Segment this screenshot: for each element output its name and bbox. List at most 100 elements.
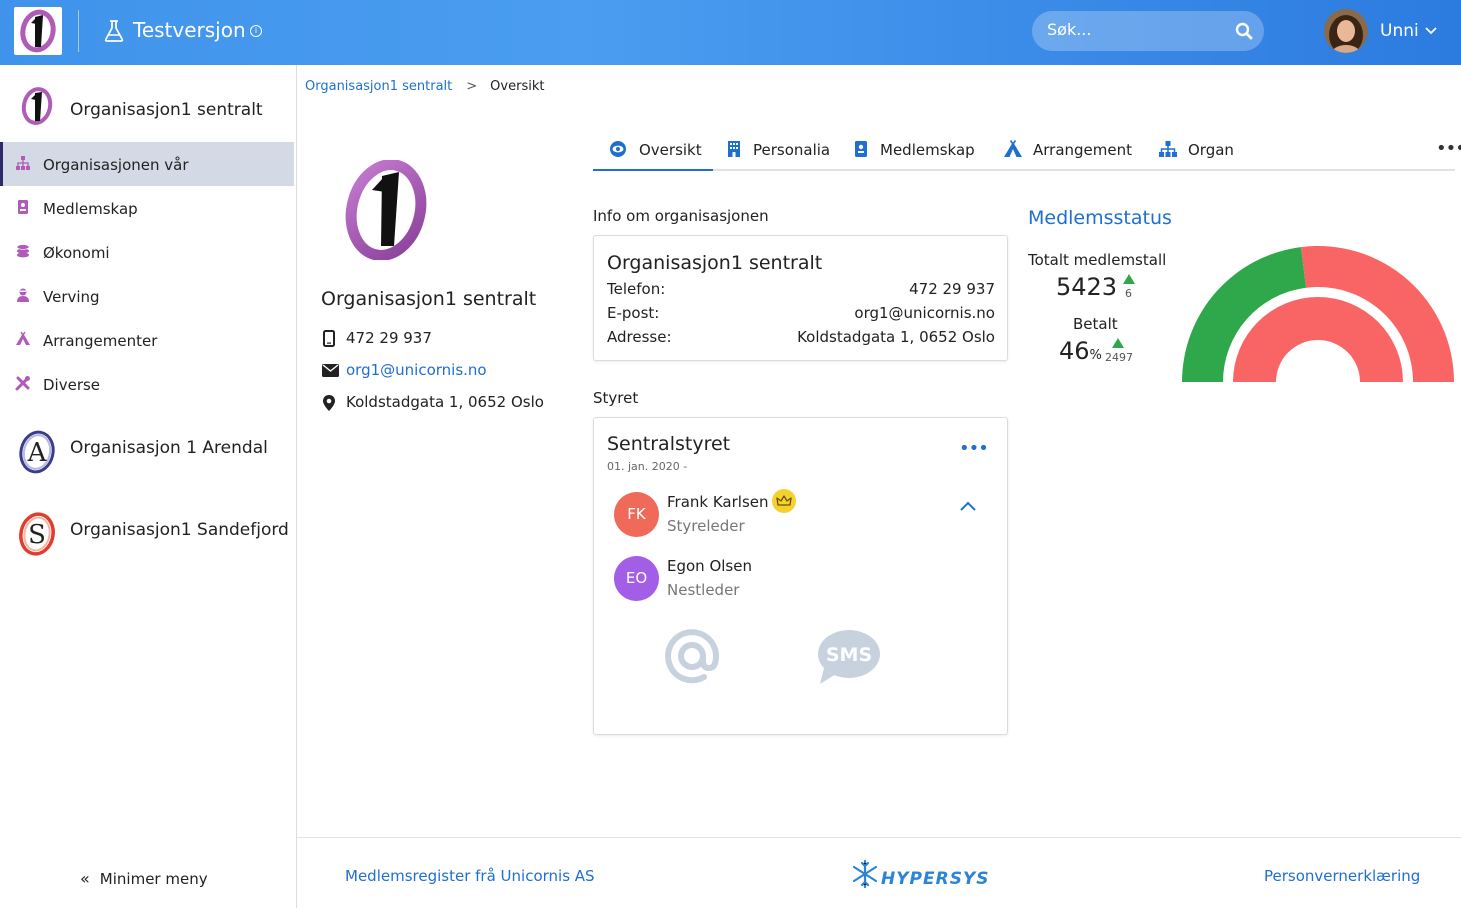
sidebar-org-name: Organisasjon1 sentralt (70, 100, 263, 120)
breadcrumb-separator: > (466, 79, 478, 94)
info-icon[interactable]: i (250, 25, 262, 37)
sidebar-org-main[interactable]: Organisasjon1 sentralt (0, 73, 296, 133)
info-card: Organisasjon1 sentralt Telefon: 472 29 9… (593, 235, 1008, 361)
minimize-menu-button[interactable]: « Minimer meny (80, 869, 208, 888)
hypersys-logo-text: HYPERSYS (881, 869, 990, 889)
tools-icon (15, 376, 30, 391)
sidebar-org-name: Organisasjon 1 Arendal (70, 438, 268, 458)
member-role: Nestleder (667, 581, 740, 599)
tab-organ[interactable]: Organ (1158, 128, 1248, 171)
arrow-up-icon (1112, 338, 1124, 348)
member-role: Styreleder (667, 517, 745, 535)
breadcrumb-parent-link[interactable]: Organisasjon1 sentralt (305, 79, 452, 94)
campground-icon (1004, 140, 1022, 157)
breadcrumb: Organisasjon1 sentralt > Oversikt (305, 79, 544, 94)
info-row-key: Telefon: (607, 280, 666, 298)
tabs-more-icon[interactable]: ••• (1436, 138, 1461, 159)
sidebar-org-arendal[interactable]: A Organisasjon 1 Arendal (0, 417, 296, 477)
sms-icon[interactable]: SMS (816, 628, 882, 686)
sidebar-item-label: Organisasjonen vår (43, 156, 189, 174)
sms-label: SMS (826, 644, 872, 666)
sidebar-item-label: Verving (43, 288, 100, 306)
member-status-title: Medlemsstatus (1028, 207, 1172, 229)
user-name[interactable]: Unni (1380, 21, 1419, 41)
top-bar: Testversjon i Unni (0, 0, 1461, 65)
gauge-inner-arc (1233, 297, 1403, 382)
board-more-icon[interactable]: ••• (959, 440, 989, 458)
flask-icon (104, 20, 124, 42)
membership-gauge (1182, 246, 1454, 382)
chevron-down-icon[interactable] (1425, 26, 1437, 36)
tab-label: Personalia (753, 141, 831, 159)
sidebar-item-label: Diverse (43, 376, 101, 394)
info-row-key: E-post: (607, 304, 660, 322)
campground-icon (16, 331, 30, 345)
tab-label: Organ (1188, 141, 1234, 159)
paid-label: Betalt (1073, 315, 1118, 333)
search-box (1032, 11, 1264, 51)
footer-company-link[interactable]: Medlemsregister frå Unicornis AS (345, 867, 595, 885)
org-logo-icon (21, 87, 53, 125)
arrow-up-icon (1123, 274, 1135, 284)
sidebar-item-organisasjonen[interactable]: Organisasjonen vår (0, 142, 294, 186)
app-logo[interactable] (14, 7, 62, 55)
profile-org-name: Organisasjon1 sentralt (321, 288, 537, 310)
double-chevron-left-icon: « (80, 869, 90, 888)
chevron-up-icon[interactable] (959, 500, 977, 512)
search-icon[interactable] (1235, 22, 1253, 40)
profile-email-link[interactable]: org1@unicornis.no (346, 361, 487, 379)
board-card: Sentralstyret 01. jan. 2020 - ••• FK Fra… (593, 417, 1008, 735)
search-input[interactable] (1047, 20, 1227, 39)
user-avatar[interactable] (1324, 9, 1368, 53)
breadcrumb-current: Oversikt (490, 79, 545, 94)
org-logo-icon: S (19, 512, 55, 556)
tab-oversikt[interactable]: Oversikt (593, 128, 713, 171)
sidebar-item-okonomi[interactable]: Økonomi (0, 230, 294, 274)
location-pin-icon (323, 395, 335, 411)
top-divider (78, 10, 79, 52)
id-badge-icon (18, 200, 28, 214)
board-member[interactable]: FK Frank Karlsen Styreleder (614, 489, 994, 542)
id-badge-icon (855, 141, 867, 157)
mobile-phone-icon (323, 330, 335, 347)
tab-medlemskap[interactable]: Medlemskap (854, 128, 979, 171)
total-members-delta: 6 (1125, 287, 1132, 300)
paid-delta: 2497 (1105, 351, 1133, 364)
org-logo-icon: A (19, 430, 55, 474)
total-members-label: Totalt medlemstall (1028, 251, 1167, 269)
sidebar-item-verving[interactable]: Verving (0, 274, 294, 318)
tab-arrangement[interactable]: Arrangement (1003, 128, 1143, 171)
org-letter: S (28, 520, 46, 550)
info-row-value: org1@unicornis.no (854, 304, 995, 322)
sitemap-icon (1159, 141, 1177, 157)
sidebar-item-diverse[interactable]: Diverse (0, 362, 294, 406)
paid-percent: 46 (1059, 337, 1090, 365)
org-logo-large (345, 160, 427, 260)
sidebar-item-label: Medlemskap (43, 200, 138, 218)
member-avatar: EO (614, 556, 659, 601)
paid-unit: % (1089, 348, 1102, 363)
sidebar: Organisasjon1 sentralt Organisasjonen vå… (0, 65, 297, 908)
profile-address-value: Koldstadgata 1, 0652 Oslo (346, 393, 544, 411)
member-name: Egon Olsen (667, 557, 752, 575)
tab-label: Medlemskap (880, 141, 975, 159)
sidebar-item-medlemskap[interactable]: Medlemskap (0, 186, 294, 230)
org-letter: A (27, 438, 48, 468)
profile-phone-value: 472 29 937 (346, 329, 432, 347)
sitemap-icon (16, 156, 30, 170)
email-at-icon[interactable] (662, 626, 722, 686)
sidebar-org-sandefjord[interactable]: S Organisasjon1 Sandefjord (0, 499, 296, 559)
hypersys-logo[interactable]: HYPERSYS (851, 858, 1003, 892)
minimize-menu-label: Minimer meny (99, 870, 208, 888)
board-member[interactable]: EO Egon Olsen Nestleder (614, 556, 994, 606)
member-name: Frank Karlsen (667, 493, 769, 511)
building-icon (728, 141, 740, 157)
sidebar-item-label: Økonomi (43, 244, 110, 262)
board-section-title: Styret (593, 389, 639, 407)
sidebar-item-arrangementer[interactable]: Arrangementer (0, 318, 294, 362)
board-date: 01. jan. 2020 - (607, 460, 688, 473)
privacy-policy-link[interactable]: Personvernerklæring (1264, 867, 1420, 885)
user-recruit-icon (17, 288, 29, 302)
paid-value: 46% (1059, 337, 1102, 365)
tab-personalia[interactable]: Personalia (727, 128, 837, 171)
